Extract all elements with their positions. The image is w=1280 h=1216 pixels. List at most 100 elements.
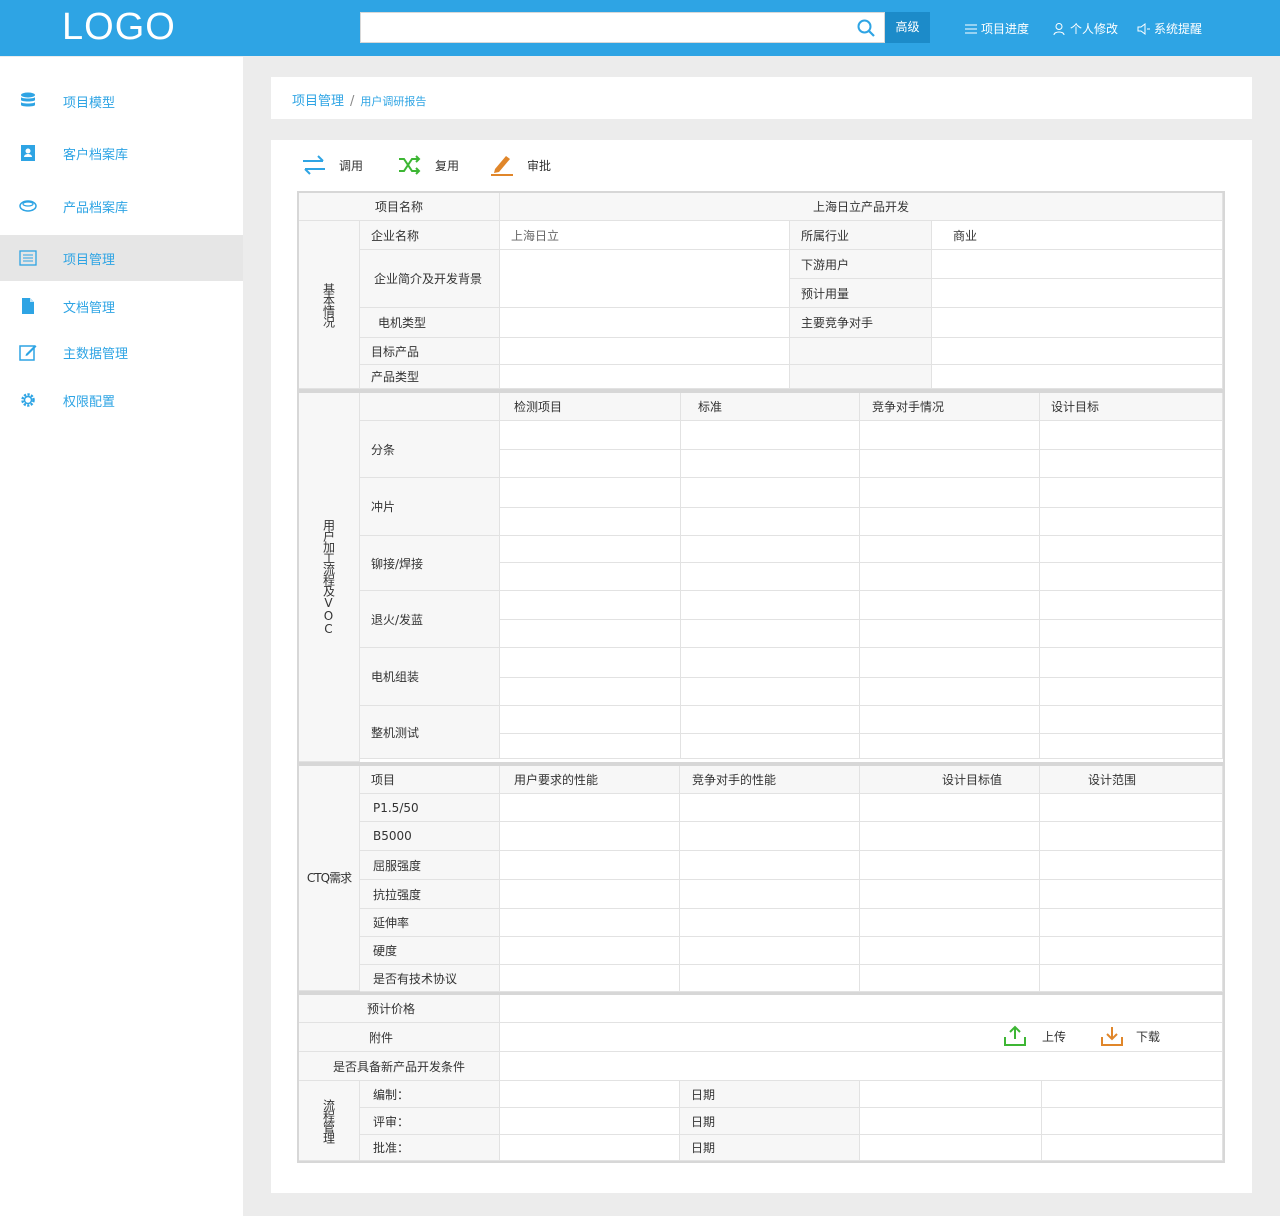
process-input-cell[interactable]: [681, 678, 860, 706]
process-input-cell[interactable]: [1040, 591, 1223, 620]
process-input-cell[interactable]: [681, 706, 860, 734]
flow-extra-cell[interactable]: [1042, 1081, 1223, 1108]
process-input-cell[interactable]: [681, 536, 860, 563]
expected-usage-input[interactable]: [932, 279, 1223, 308]
process-input-cell[interactable]: [1040, 508, 1223, 536]
process-input-cell[interactable]: [1040, 734, 1223, 759]
process-input-cell[interactable]: [860, 478, 1040, 508]
motor-type-input[interactable]: [500, 308, 790, 338]
process-input-cell[interactable]: [860, 450, 1040, 478]
ctq-input-cell[interactable]: [500, 822, 680, 851]
ctq-input-cell[interactable]: [1040, 822, 1223, 851]
download-button[interactable]: 下载: [1099, 1025, 1160, 1047]
process-input-cell[interactable]: [1040, 450, 1223, 478]
process-input-cell[interactable]: [500, 563, 681, 591]
sidebar-item-customer-archive[interactable]: 客户档案库: [0, 130, 243, 176]
sidebar-item-product-archive[interactable]: 产品档案库: [0, 183, 243, 229]
process-input-cell[interactable]: [860, 706, 1040, 734]
ctq-input-cell[interactable]: [1040, 937, 1223, 965]
ctq-input-cell[interactable]: [680, 822, 860, 851]
ctq-input-cell[interactable]: [500, 851, 680, 880]
process-input-cell[interactable]: [1040, 620, 1223, 648]
process-input-cell[interactable]: [1040, 706, 1223, 734]
sidebar-item-master-data[interactable]: 主数据管理: [0, 329, 243, 375]
process-input-cell[interactable]: [681, 620, 860, 648]
process-input-cell[interactable]: [1040, 478, 1223, 508]
ctq-input-cell[interactable]: [860, 965, 1040, 992]
ctq-input-cell[interactable]: [860, 880, 1040, 909]
reuse-button[interactable]: 复用: [397, 154, 459, 176]
process-input-cell[interactable]: [500, 734, 681, 759]
process-input-cell[interactable]: [1040, 536, 1223, 563]
process-input-cell[interactable]: [500, 648, 681, 678]
process-input-cell[interactable]: [500, 478, 681, 508]
ctq-input-cell[interactable]: [1040, 851, 1223, 880]
ctq-input-cell[interactable]: [500, 937, 680, 965]
company-intro-input[interactable]: [500, 250, 790, 308]
sidebar-item-permission-config[interactable]: 权限配置: [0, 377, 243, 423]
ctq-input-cell[interactable]: [1040, 965, 1223, 992]
process-input-cell[interactable]: [1040, 421, 1223, 450]
process-input-cell[interactable]: [681, 648, 860, 678]
flow-name-input[interactable]: [500, 1108, 680, 1135]
process-input-cell[interactable]: [1040, 678, 1223, 706]
nav-project-progress[interactable]: 项目进度: [964, 20, 1029, 37]
process-input-cell[interactable]: [500, 591, 681, 620]
search-icon[interactable]: [856, 18, 876, 38]
ctq-input-cell[interactable]: [860, 822, 1040, 851]
nav-system-alert[interactable]: 系统提醒: [1137, 20, 1202, 37]
expected-price-input[interactable]: [500, 995, 1223, 1023]
flow-name-input[interactable]: [500, 1135, 680, 1161]
downstream-user-input[interactable]: [932, 250, 1223, 279]
ctq-input-cell[interactable]: [1040, 909, 1223, 937]
upload-button[interactable]: 上传: [1002, 1025, 1066, 1047]
process-input-cell[interactable]: [500, 706, 681, 734]
process-input-cell[interactable]: [500, 450, 681, 478]
call-button[interactable]: 调用: [301, 154, 363, 176]
company-name-value[interactable]: 上海日立: [500, 221, 790, 250]
process-input-cell[interactable]: [860, 648, 1040, 678]
ctq-input-cell[interactable]: [860, 909, 1040, 937]
ctq-input-cell[interactable]: [1040, 794, 1223, 822]
process-input-cell[interactable]: [860, 421, 1040, 450]
ctq-input-cell[interactable]: [500, 794, 680, 822]
ctq-input-cell[interactable]: [500, 965, 680, 992]
search-input[interactable]: [360, 12, 885, 43]
industry-value[interactable]: 商业: [932, 221, 1223, 250]
flow-extra-cell[interactable]: [1042, 1135, 1223, 1161]
dev-condition-input[interactable]: [500, 1052, 1223, 1081]
process-input-cell[interactable]: [681, 450, 860, 478]
process-input-cell[interactable]: [681, 563, 860, 591]
process-input-cell[interactable]: [860, 508, 1040, 536]
process-input-cell[interactable]: [500, 536, 681, 563]
ctq-input-cell[interactable]: [680, 909, 860, 937]
competitor-input[interactable]: [932, 308, 1223, 338]
flow-date-input[interactable]: [860, 1135, 1042, 1161]
approve-button[interactable]: 审批: [489, 154, 551, 176]
process-input-cell[interactable]: [681, 508, 860, 536]
ctq-input-cell[interactable]: [500, 880, 680, 909]
process-input-cell[interactable]: [681, 734, 860, 759]
ctq-input-cell[interactable]: [860, 794, 1040, 822]
ctq-input-cell[interactable]: [1040, 880, 1223, 909]
breadcrumb-root[interactable]: 项目管理: [292, 94, 344, 109]
ctq-input-cell[interactable]: [860, 851, 1040, 880]
process-input-cell[interactable]: [860, 734, 1040, 759]
ctq-input-cell[interactable]: [680, 794, 860, 822]
process-input-cell[interactable]: [860, 620, 1040, 648]
process-input-cell[interactable]: [860, 536, 1040, 563]
process-input-cell[interactable]: [860, 678, 1040, 706]
ctq-input-cell[interactable]: [680, 880, 860, 909]
process-input-cell[interactable]: [500, 508, 681, 536]
flow-extra-cell[interactable]: [1042, 1108, 1223, 1135]
ctq-input-cell[interactable]: [500, 909, 680, 937]
process-input-cell[interactable]: [1040, 563, 1223, 591]
project-name-value[interactable]: 上海日立产品开发: [500, 193, 1223, 221]
process-input-cell[interactable]: [681, 478, 860, 508]
process-input-cell[interactable]: [500, 678, 681, 706]
process-input-cell[interactable]: [860, 563, 1040, 591]
sidebar-item-project-management[interactable]: 项目管理: [0, 235, 243, 281]
nav-personal-edit[interactable]: 个人修改: [1053, 20, 1118, 37]
process-input-cell[interactable]: [500, 421, 681, 450]
process-input-cell[interactable]: [681, 421, 860, 450]
